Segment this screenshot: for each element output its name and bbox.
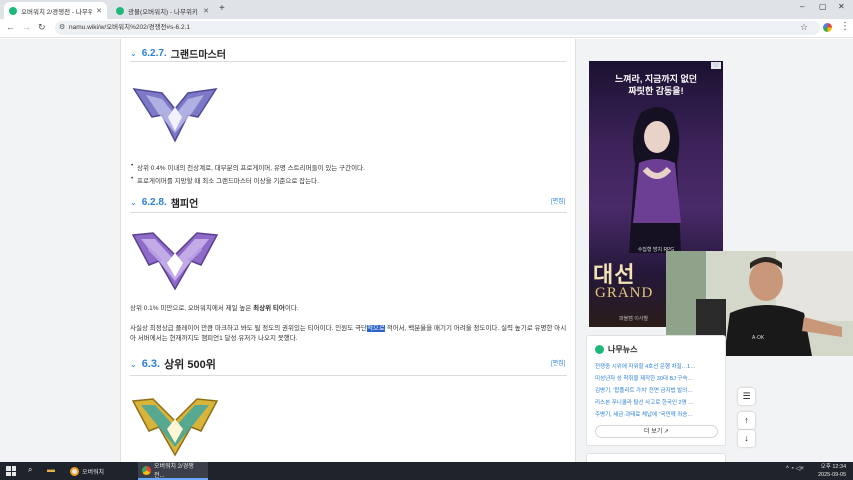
collapse-chevron-icon[interactable]: ⌄ <box>130 360 137 369</box>
url-text: namu.wiki/w/오버워치%202/경쟁전#s-6.2.1 <box>69 24 190 31</box>
taskbar-clock[interactable]: 오후 12:34 2025-09-05 <box>818 463 846 479</box>
news-title-text: 나무뉴스 <box>608 345 638 354</box>
grandmaster-rank-emblem <box>132 88 218 143</box>
ad-footnote: 파블캠 이사별 <box>619 316 648 322</box>
text-span: 상위 0.1% 미만으로, 오버워치에서 제일 높은 <box>130 305 254 312</box>
list-item: 상위 0.4% 이내의 천상계로, 대부분의 프로게이머, 유명 스트리머들이 … <box>131 162 365 172</box>
clock-time: 오후 12:34 <box>820 464 847 470</box>
more-news-button[interactable]: 더 보기 ↗ <box>595 425 718 438</box>
taskbar-app-overwatch[interactable]: 오버워치 <box>66 462 136 480</box>
forward-icon[interactable]: → <box>22 22 31 32</box>
news-item[interactable]: 리스본 푸니쿨라 탈선 사고로 한국인 2명 … <box>595 398 719 406</box>
namuwiki-favicon-icon <box>9 6 17 15</box>
new-tab-button[interactable]: + <box>219 3 225 14</box>
selected-text[interactable]: 적으로 <box>366 325 385 332</box>
top500-rank-emblem <box>131 398 219 457</box>
section-number[interactable]: 6.3. <box>142 358 160 370</box>
toc-list-icon[interactable]: ☰ <box>738 388 755 405</box>
taskbar-app-label: 오버워치 2/경쟁전... <box>153 464 194 479</box>
chrome-app-icon <box>142 465 151 475</box>
taskbar-app-label: 오버워치 <box>82 469 105 476</box>
ad-headline: 느껴라, 지금까지 없던 짜릿한 감동을! <box>589 73 723 97</box>
ad-title-english: GRAND <box>595 285 654 301</box>
namu-news-logo-icon <box>595 345 604 354</box>
edit-section-link[interactable]: [편집] <box>551 358 565 367</box>
tab-strip: 오버워치 2/경쟁전 - 나무위키 ✕ 광물(오버워치) - 나무위키 ✕ + … <box>0 0 853 19</box>
site-info-icon[interactable]: ⚙ <box>59 21 65 35</box>
clock-date: 2025-09-05 <box>818 472 847 478</box>
champion-rank-emblem <box>131 232 219 291</box>
champion-description: 상위 0.1% 미만으로, 오버워치에서 제일 높은 최상위 티어이다. <box>130 304 299 314</box>
taskbar-app-chrome[interactable]: 오버워치 2/경쟁전... <box>138 462 208 480</box>
section-number[interactable]: 6.2.7. <box>142 48 167 59</box>
back-icon[interactable]: ← <box>6 22 15 32</box>
news-item[interactable]: 미성년자 성 착취물 제작한 30대 BJ 구속… <box>595 374 719 382</box>
section-title: 그랜드마스터 <box>170 49 226 61</box>
tab-title: 오버워치 2/경쟁전 - 나무위키 <box>21 8 93 16</box>
news-item[interactable]: 주병기, 세금·과태료 체납에 "국민께 죄송… <box>595 410 719 418</box>
web-page: ⌄ 6.2.7. 그랜드마스터 상위 0.4% 이내의 천상계로, 대부분의 프… <box>0 39 853 462</box>
news-title: 나무뉴스 <box>595 344 637 355</box>
tab-overwatch-minerals[interactable]: 광물(오버워치) - 나무위키 ✕ <box>111 2 214 19</box>
close-window-button[interactable]: ✕ <box>838 2 845 11</box>
maximize-button[interactable]: ▢ <box>819 2 827 11</box>
bookmark-star-icon[interactable]: ☆ <box>800 22 808 33</box>
minimize-button[interactable]: – <box>800 2 804 11</box>
section-title: 상위 500위 <box>164 359 216 371</box>
search-icon[interactable]: ⌕ <box>28 465 32 475</box>
sidebar-widget <box>586 453 726 462</box>
news-item[interactable]: 전쟁중 시위에 자위할 4호선 운행 차질…1… <box>595 362 719 370</box>
bold-text: 최상위 티어 <box>253 305 285 312</box>
edit-section-link[interactable]: [편집] <box>551 196 565 205</box>
namuwiki-favicon-icon <box>116 6 124 15</box>
news-item[interactable]: 김병기, '합플리트 가치' 전면 금지법 발의… <box>595 386 719 394</box>
system-tray-icons[interactable]: ^ ◔ ◁× <box>786 465 804 472</box>
collapse-chevron-icon[interactable]: ⌄ <box>130 198 137 207</box>
svg-text:A·OK: A·OK <box>752 335 765 341</box>
text-span: 사실상 최정상급 플레이어 만큼 마크하고 봐도 될 정도의 권위있는 티어이다… <box>130 325 367 332</box>
list-item: 프로게이머를 지망할 때 최소 그랜드마스터 이상을 기준으로 잡는다. <box>131 175 319 185</box>
ad-headline-line: 느껴라, 지금까지 없던 <box>614 74 698 84</box>
champion-paragraph: 사실상 최정상급 플레이어 만큼 마크하고 봐도 될 정도의 권위있는 티어이다… <box>130 324 570 344</box>
ad-choices-icon[interactable]: ⓘ <box>711 62 721 69</box>
scroll-up-icon[interactable]: ↑ <box>738 412 755 429</box>
section-heading-champion[interactable]: ⌄ 6.2.8. 챔피언 <box>130 193 198 211</box>
windows-taskbar: ⌕ ▬ 오버워치 오버워치 2/경쟁전... ^ ◔ ◁× 오후 12:34 2… <box>0 462 853 480</box>
section-title: 챔피언 <box>170 198 199 210</box>
collapse-chevron-icon[interactable]: ⌄ <box>130 49 137 58</box>
profile-icon[interactable] <box>823 23 832 32</box>
reload-icon[interactable]: ↻ <box>38 22 46 33</box>
file-explorer-icon[interactable]: ▬ <box>47 465 55 474</box>
close-tab-icon[interactable]: ✕ <box>203 7 209 15</box>
windows-start-icon[interactable] <box>6 466 16 476</box>
news-widget: 나무뉴스 전쟁중 시위에 자위할 4호선 운행 차질…1… 미성년자 성 착취물… <box>586 335 726 446</box>
tab-overwatch-competitive[interactable]: 오버워치 2/경쟁전 - 나무위키 ✕ <box>4 2 107 19</box>
section-number[interactable]: 6.2.8. <box>142 197 167 208</box>
browser-toolbar: ← → ↻ ⚙ namu.wiki/w/오버워치%202/경쟁전#s-6.2.1… <box>0 19 853 38</box>
section-heading-grandmaster[interactable]: ⌄ 6.2.7. 그랜드마스터 <box>130 44 226 62</box>
address-bar[interactable]: ⚙ namu.wiki/w/오버워치%202/경쟁전#s-6.2.1 <box>55 21 820 35</box>
close-tab-icon[interactable]: ✕ <box>96 7 102 15</box>
text-span: 이다. <box>284 305 299 312</box>
scroll-down-icon[interactable]: ↓ <box>738 430 755 447</box>
overwatch-app-icon <box>70 466 79 476</box>
section-divider <box>130 61 567 62</box>
tab-title: 광물(오버워치) - 나무위키 <box>128 8 198 16</box>
section-heading-top500[interactable]: ⌄ 6.3. 상위 500위 <box>130 355 216 373</box>
section-divider <box>130 212 567 213</box>
ad-character-illustration <box>629 107 681 253</box>
ad-headline-line: 짜릿한 감동을! <box>628 86 684 96</box>
section-divider <box>130 375 567 376</box>
browser-menu-icon[interactable]: ⋮ <box>840 21 850 32</box>
